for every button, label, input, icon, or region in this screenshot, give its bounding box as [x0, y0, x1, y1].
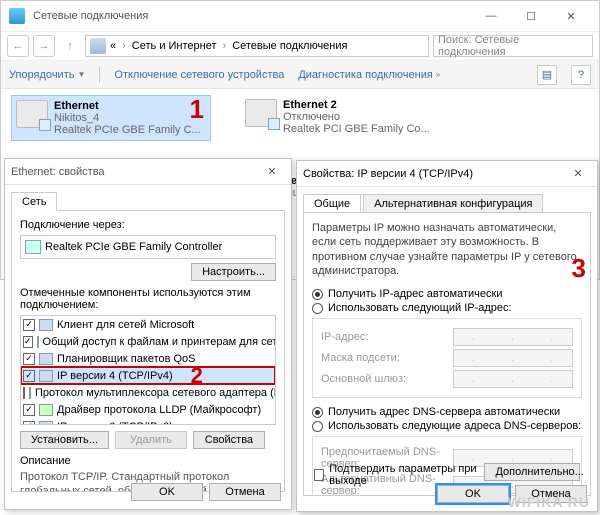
maximize-button[interactable]: ☐	[511, 10, 551, 23]
adapter-name: Realtek PCIe GBE Family Controller	[45, 241, 222, 253]
list-item[interactable]: ✓Планировщик пакетов QoS	[21, 350, 275, 367]
components-label: Отмеченные компоненты используются этим …	[20, 287, 276, 311]
annotation-3: 3	[572, 255, 586, 281]
conn-sub2: Realtek PCI GBE Family Co...	[283, 123, 430, 135]
ip-input: ...	[453, 328, 573, 346]
bc-l2[interactable]: Сетевые подключения	[232, 40, 347, 52]
tab-page: Параметры IP можно назначать автоматичес…	[303, 212, 591, 496]
configure-button[interactable]: Настроить...	[191, 263, 276, 281]
conn-sub1: Отключено	[283, 111, 430, 123]
back-button[interactable]: ←	[7, 35, 29, 57]
conn-name: Ethernet 2	[283, 99, 430, 111]
app-icon	[9, 8, 25, 24]
remove-button: Удалить	[115, 431, 187, 449]
checkbox-icon[interactable]: ✓	[23, 336, 33, 348]
checkbox-icon[interactable]: ✓	[23, 319, 35, 331]
forward-button[interactable]: →	[33, 35, 55, 57]
search-input[interactable]: Поиск: Сетевые подключения	[433, 35, 593, 57]
annotation-2: 2	[191, 365, 203, 387]
components-list[interactable]: ✓Клиент для сетей Microsoft ✓Общий досту…	[20, 315, 276, 425]
description-label: Описание	[20, 455, 276, 467]
gateway-input: ...	[453, 370, 573, 388]
tab-row: Сеть	[5, 185, 291, 210]
connect-via-label: Подключение через:	[20, 219, 276, 231]
validate-checkbox[interactable]: Подтвердить параметры при выходе	[314, 463, 484, 487]
list-item[interactable]: Протокол мультиплексора сетевого адаптер…	[21, 384, 275, 401]
chevron-right-icon: ›	[221, 40, 229, 52]
mask-input: ...	[453, 349, 573, 367]
checkbox-icon[interactable]: ✓	[23, 370, 35, 382]
diagnose-button[interactable]: Диагностика подключения»	[298, 69, 440, 81]
nic-icon	[16, 100, 48, 128]
breadcrumb-icon	[90, 38, 106, 54]
close-icon[interactable]: ✕	[565, 167, 591, 180]
ip-label: IP-адрес:	[321, 331, 453, 343]
watermark: WiFiKA RU	[508, 495, 590, 509]
ip-fields-group: IP-адрес:... Маска подсети:... Основной …	[312, 318, 582, 398]
tab-alt-config[interactable]: Альтернативная конфигурация	[363, 194, 543, 213]
checkbox-icon[interactable]	[23, 387, 25, 399]
titlebar: Сетевые подключения — ☐ ✕	[1, 1, 599, 31]
tab-row: Общие Альтернативная конфигурация	[297, 187, 597, 212]
window-title: Сетевые подключения	[33, 10, 471, 22]
dialog-title: Свойства: IP версии 4 (TCP/IPv4)	[303, 168, 565, 180]
conn-sub1: Nikitos_4	[54, 112, 201, 124]
ok-button[interactable]: OK	[437, 485, 509, 503]
connection-ethernet[interactable]: Ethernet Nikitos_4 Realtek PCIe GBE Fami…	[11, 95, 211, 141]
ethernet-properties-dialog: Ethernet: свойства ✕ Сеть Подключение че…	[4, 158, 292, 510]
close-button[interactable]: ✕	[551, 10, 591, 23]
install-button[interactable]: Установить...	[20, 431, 109, 449]
radio-manual-ip[interactable]: Использовать следующий IP-адрес:	[312, 302, 582, 314]
checkbox-icon[interactable]: ✓	[23, 404, 35, 416]
ok-button[interactable]: OK	[131, 483, 203, 501]
tab-page: Подключение через: Realtek PCIe GBE Fami…	[11, 210, 285, 492]
dialog-titlebar: Ethernet: свойства ✕	[5, 159, 291, 185]
dialog-title: Ethernet: свойства	[11, 166, 259, 178]
mask-label: Маска подсети:	[321, 352, 453, 364]
nic-icon	[245, 99, 277, 127]
chevron-down-icon: ▼	[77, 70, 85, 79]
list-item[interactable]: ✓Клиент для сетей Microsoft	[21, 316, 275, 333]
annotation-1: 1	[190, 96, 204, 122]
ipv4-properties-dialog: Свойства: IP версии 4 (TCP/IPv4) ✕ Общие…	[296, 160, 598, 512]
minimize-button[interactable]: —	[471, 10, 511, 22]
search-placeholder: Поиск: Сетевые подключения	[438, 34, 588, 58]
tab-network[interactable]: Сеть	[11, 192, 57, 211]
adapter-box[interactable]: Realtek PCIe GBE Family Controller	[20, 235, 276, 259]
disable-device-button[interactable]: Отключение сетевого устройства	[114, 69, 284, 81]
list-item[interactable]: ✓Общий доступ к файлам и принтерам для с…	[21, 333, 275, 350]
organize-menu[interactable]: Упорядочить▼	[9, 69, 85, 81]
tab-general[interactable]: Общие	[303, 194, 361, 213]
chevron-right-icon: ›	[120, 40, 128, 52]
bc-root: «	[110, 40, 116, 52]
close-icon[interactable]: ✕	[259, 165, 285, 178]
hint-text: Параметры IP можно назначать автоматичес…	[312, 221, 582, 278]
checkbox-icon[interactable]: ✓	[23, 421, 35, 426]
radio-auto-ip[interactable]: Получить IP-адрес автоматически	[312, 288, 582, 300]
view-button[interactable]: ▤	[537, 65, 557, 85]
conn-sub2: Realtek PCIe GBE Family C...	[54, 124, 201, 136]
checkbox-icon[interactable]: ✓	[23, 353, 35, 365]
conn-name: Ethernet	[54, 100, 201, 112]
list-item-ipv4[interactable]: ✓IP версии 4 (TCP/IPv4) 2	[21, 367, 275, 384]
bc-l1[interactable]: Сеть и Интернет	[132, 40, 217, 52]
up-button[interactable]: ↑	[59, 35, 81, 57]
address-bar: ← → ↑ « › Сеть и Интернет › Сетевые подк…	[1, 31, 599, 61]
cancel-button[interactable]: Отмена	[209, 483, 281, 501]
help-button[interactable]: ?	[571, 65, 591, 85]
connection-ethernet2[interactable]: Ethernet 2 Отключено Realtek PCI GBE Fam…	[241, 95, 441, 141]
dialog-titlebar: Свойства: IP версии 4 (TCP/IPv4) ✕	[297, 161, 597, 187]
radio-auto-dns[interactable]: Получить адрес DNS-сервера автоматически	[312, 406, 582, 418]
advanced-button[interactable]: Дополнительно...	[484, 463, 580, 481]
gateway-label: Основной шлюз:	[321, 373, 453, 385]
checkbox-icon[interactable]	[314, 469, 324, 481]
command-bar: Упорядочить▼ Отключение сетевого устройс…	[1, 61, 599, 89]
properties-button[interactable]: Свойства	[193, 431, 265, 449]
list-item[interactable]: ✓IP версии 6 (TCP/IPv6)	[21, 418, 275, 425]
list-item[interactable]: ✓Драйвер протокола LLDP (Майкрософт)	[21, 401, 275, 418]
radio-manual-dns[interactable]: Использовать следующие адреса DNS-сервер…	[312, 420, 582, 432]
adapter-icon	[25, 240, 41, 254]
breadcrumb[interactable]: « › Сеть и Интернет › Сетевые подключени…	[85, 35, 429, 57]
